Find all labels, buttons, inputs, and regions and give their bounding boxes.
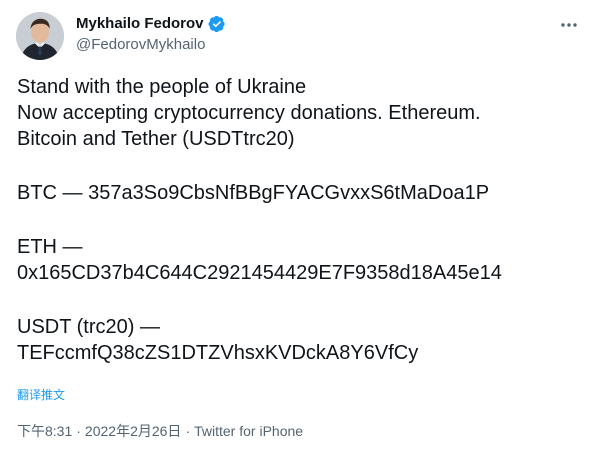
tweet-meta: 下午8:31 · 2022年2月26日 · Twitter for iPhone	[17, 421, 303, 441]
meta-separator: ·	[185, 423, 191, 439]
meta-separator: ·	[76, 423, 81, 439]
verified-badge-icon	[208, 15, 226, 33]
avatar[interactable]	[16, 12, 64, 60]
eth-address-line: 0x165CD37b4C644C2921454429E7F9358d18A45e…	[17, 262, 502, 284]
tweet-time[interactable]: 下午8:31	[17, 423, 72, 439]
tweet-line: Bitcoin and Tether (USDTtrc20)	[17, 128, 295, 150]
tweet-line: Now accepting cryptocurrency donations. …	[17, 102, 481, 124]
tweet-line: Stand with the people of Ukraine	[17, 76, 307, 98]
more-options-button[interactable]	[558, 14, 580, 36]
display-name[interactable]: Mykhailo Fedorov	[76, 14, 204, 34]
translate-tweet-link[interactable]: 翻译推文	[17, 386, 65, 403]
name-row: Mykhailo Fedorov	[76, 14, 226, 34]
eth-label-line: ETH —	[17, 236, 83, 258]
btc-address-line: BTC — 357a3So9CbsNfBBgFYACGvxxS6tMaDoa1P	[17, 182, 490, 204]
usdt-label-line: USDT (trc20) —	[17, 316, 160, 338]
usdt-address-line: TEFccmfQ38cZS1DTZVhsxKVDckA8Y6VfCy	[17, 342, 419, 364]
tweet-date[interactable]: 2022年2月26日	[85, 423, 182, 439]
profile-photo-icon	[16, 12, 64, 60]
tweet-source-link[interactable]: Twitter for iPhone	[194, 423, 303, 439]
ellipsis-icon	[561, 23, 577, 27]
tweet-card: Mykhailo Fedorov @FedorovMykhailo Stand …	[0, 0, 594, 452]
tweet-text: Stand with the people of Ukraine Now acc…	[17, 74, 502, 366]
author-block: Mykhailo Fedorov @FedorovMykhailo	[76, 14, 226, 55]
author-handle[interactable]: @FedorovMykhailo	[76, 35, 226, 55]
